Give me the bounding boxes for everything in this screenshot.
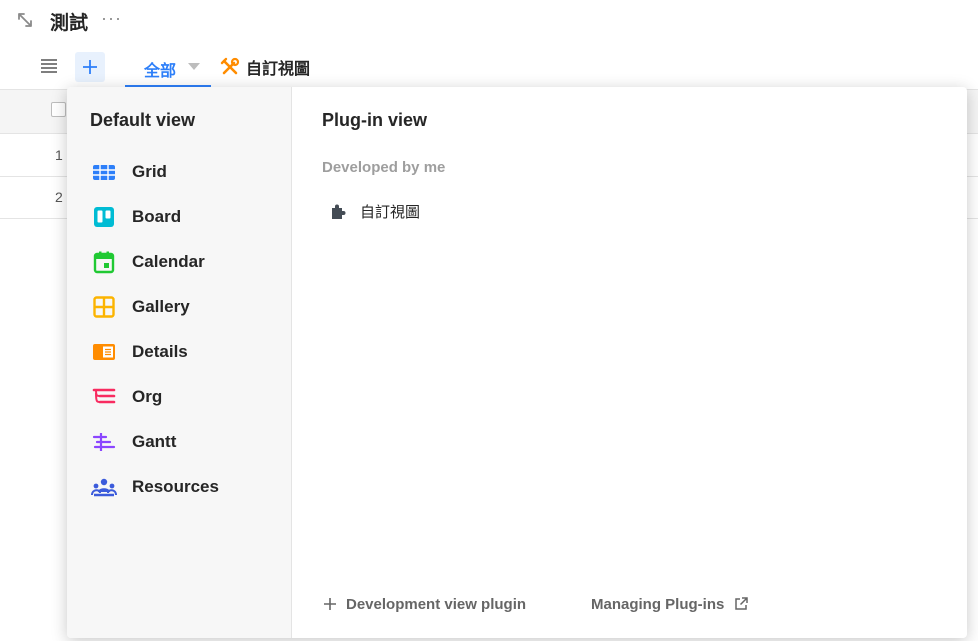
default-view-title: Default view <box>90 110 196 130</box>
plugin-item-label: 自訂視圖 <box>360 203 421 221</box>
row-number: 1 <box>55 147 63 163</box>
add-view-button[interactable] <box>75 52 105 82</box>
gantt-icon <box>91 429 117 455</box>
tab-all-label: 全部 <box>144 63 177 80</box>
view-label: Gallery <box>132 297 190 316</box>
view-item-board[interactable]: Board <box>83 199 279 235</box>
view-item-grid[interactable]: Grid <box>83 154 279 190</box>
add-view-popup: Default view Grid Board Calendar Gallery <box>67 87 967 638</box>
tab-custom-view[interactable]: 自訂視圖 <box>220 54 310 80</box>
managing-plugins-label: Managing Plug-ins <box>591 595 725 613</box>
plugin-view-title: Plug-in view <box>322 110 428 130</box>
org-icon <box>91 384 117 410</box>
plugin-item-custom-view[interactable]: 自訂視圖 <box>329 198 420 224</box>
development-view-plugin-button[interactable]: Development view plugin <box>322 592 526 616</box>
caret-down-icon[interactable] <box>188 63 200 70</box>
plugin-section-heading: Developed by me <box>322 159 446 176</box>
resources-icon <box>91 474 117 500</box>
view-label: Gantt <box>132 432 177 451</box>
collapse-icon[interactable] <box>14 9 36 31</box>
view-item-details[interactable]: Details <box>83 334 279 370</box>
view-label: Calendar <box>132 252 205 271</box>
calendar-icon <box>91 249 117 275</box>
menu-icon[interactable] <box>38 55 60 77</box>
tab-custom-view-label: 自訂視圖 <box>246 61 311 78</box>
gallery-icon <box>91 294 117 320</box>
view-label: Resources <box>132 477 219 496</box>
page-title: 測試 <box>50 13 89 34</box>
view-item-org[interactable]: Org <box>83 379 279 415</box>
view-item-gantt[interactable]: Gantt <box>83 424 279 460</box>
details-icon <box>91 339 117 365</box>
grid-icon <box>91 159 117 185</box>
board-icon <box>91 204 117 230</box>
view-label: Grid <box>132 162 167 181</box>
external-link-icon <box>735 597 749 610</box>
development-view-plugin-label: Development view plugin <box>346 595 527 613</box>
view-label: Board <box>132 207 182 226</box>
select-all-checkbox[interactable] <box>51 102 66 117</box>
default-view-panel: Default view Grid Board Calendar Gallery <box>67 87 292 638</box>
row-number: 2 <box>55 189 63 205</box>
more-icon[interactable]: ··· <box>101 8 122 29</box>
plus-icon <box>324 598 336 610</box>
view-label: Org <box>132 387 163 406</box>
view-item-calendar[interactable]: Calendar <box>83 244 279 280</box>
managing-plugins-link[interactable]: Managing Plug-ins <box>591 592 749 616</box>
view-item-resources[interactable]: Resources <box>83 469 279 505</box>
tab-all[interactable]: 全部 <box>125 50 211 87</box>
plus-icon <box>83 60 97 74</box>
puzzle-icon <box>332 204 346 219</box>
tools-icon <box>220 57 240 75</box>
view-label: Details <box>132 342 188 361</box>
view-item-gallery[interactable]: Gallery <box>83 289 279 325</box>
